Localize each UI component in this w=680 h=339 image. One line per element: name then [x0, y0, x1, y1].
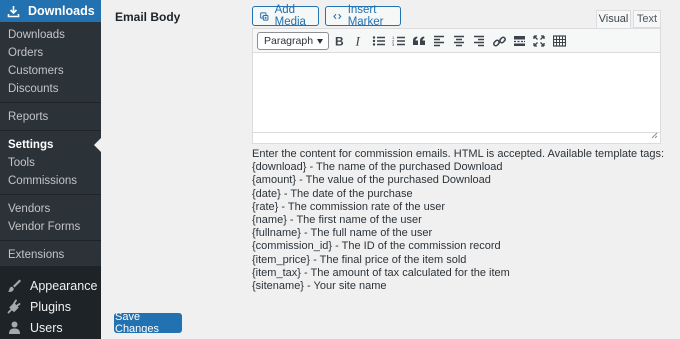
submenu-separator [0, 240, 101, 241]
submenu-separator [0, 102, 101, 103]
help-line: {item_tax} - The amount of tax calculate… [252, 266, 510, 279]
insert-marker-label: Insert Marker [347, 4, 384, 28]
add-media-label: Add Media [274, 4, 306, 28]
email-body-label: Email Body [115, 10, 181, 24]
plug-icon [7, 299, 22, 314]
template-tags-description: Enter the content for commission emails.… [252, 148, 672, 293]
add-media-button[interactable]: Add Media [252, 4, 319, 28]
editor-toolbar: Paragraph B I 123 [253, 29, 660, 53]
read-more-icon[interactable] [511, 33, 527, 49]
paintbrush-icon [7, 278, 22, 293]
sidebar-item-reports[interactable]: Reports [8, 111, 48, 123]
format-select-value: Paragraph [264, 35, 314, 47]
sidebar-item-vendors[interactable]: Vendors [8, 203, 50, 215]
sidebar-item-users[interactable]: Users [0, 319, 101, 336]
help-line: {download} - The name of the purchased D… [252, 161, 503, 174]
align-center-icon[interactable] [451, 33, 467, 49]
tab-text[interactable]: Text [633, 10, 661, 28]
editor-statusbar [253, 132, 660, 143]
sidebar-item-vendor-forms[interactable]: Vendor Forms [8, 221, 80, 233]
help-line: {amount} - The value of the purchased Do… [252, 174, 491, 187]
sidebar-top-label: Plugins [30, 299, 71, 314]
admin-sidebar: Downloads Downloads Orders Customers Dis… [0, 0, 101, 339]
numbered-list-icon[interactable]: 123 [391, 33, 407, 49]
sidebar-item-tools[interactable]: Tools [8, 157, 35, 169]
align-right-icon[interactable] [471, 33, 487, 49]
editor-content-area[interactable] [253, 54, 660, 132]
help-line: {sitename} - Your site name [252, 280, 387, 293]
bullet-list-icon[interactable] [371, 33, 387, 49]
download-icon [7, 5, 20, 18]
toolbar-toggle-icon[interactable] [551, 33, 567, 49]
sidebar-item-settings[interactable]: Settings [8, 139, 53, 151]
sidebar-item-discounts[interactable]: Discounts [8, 83, 59, 95]
format-select[interactable]: Paragraph [257, 32, 329, 50]
help-line: {commission_id} - The ID of the commissi… [252, 240, 501, 253]
help-line: {date} - The date of the purchase [252, 187, 413, 200]
email-body-editor: Paragraph B I 123 [252, 28, 661, 144]
help-line: {name} - The first name of the user [252, 214, 422, 227]
sidebar-item-plugins[interactable]: Plugins [0, 298, 101, 315]
tab-visual[interactable]: Visual [596, 10, 631, 28]
save-changes-button[interactable]: Save Changes [114, 311, 182, 335]
sidebar-header-label: Downloads [28, 4, 95, 18]
help-line: {rate} - The commission rate of the user [252, 200, 445, 213]
fullscreen-icon[interactable] [531, 33, 547, 49]
bold-icon[interactable]: B [331, 33, 347, 49]
user-icon [7, 320, 22, 335]
link-icon[interactable] [491, 33, 507, 49]
submenu-separator [0, 130, 101, 131]
help-line: Enter the content for commission emails.… [252, 148, 665, 160]
sidebar-item-orders[interactable]: Orders [8, 47, 43, 59]
insert-marker-button[interactable]: Insert Marker [325, 4, 401, 28]
current-item-pointer [94, 138, 101, 152]
help-line: {fullname} - The full name of the user [252, 227, 433, 240]
code-brackets-icon [333, 13, 342, 19]
resize-handle-icon[interactable] [650, 127, 658, 142]
sidebar-item-extensions[interactable]: Extensions [8, 249, 64, 261]
sidebar-item-customers[interactable]: Customers [8, 65, 64, 77]
svg-text:B: B [335, 35, 344, 47]
sidebar-item-downloads[interactable]: Downloads [8, 29, 65, 41]
sidebar-item-appearance[interactable]: Appearance [0, 277, 101, 294]
svg-text:I: I [355, 35, 361, 47]
sidebar-top-label: Appearance [30, 278, 98, 293]
italic-icon[interactable]: I [351, 33, 367, 49]
svg-text:3: 3 [392, 42, 395, 47]
sidebar-header-downloads[interactable]: Downloads [0, 0, 101, 22]
help-line: {item_price} - The final price of the it… [252, 253, 467, 266]
sidebar-item-commissions[interactable]: Commissions [8, 175, 77, 187]
submenu-separator [0, 194, 101, 195]
chevron-down-icon [317, 39, 323, 44]
sidebar-top-label: Users [30, 320, 63, 335]
align-left-icon[interactable] [431, 33, 447, 49]
blockquote-icon[interactable] [411, 33, 427, 49]
add-media-icon [260, 11, 269, 21]
